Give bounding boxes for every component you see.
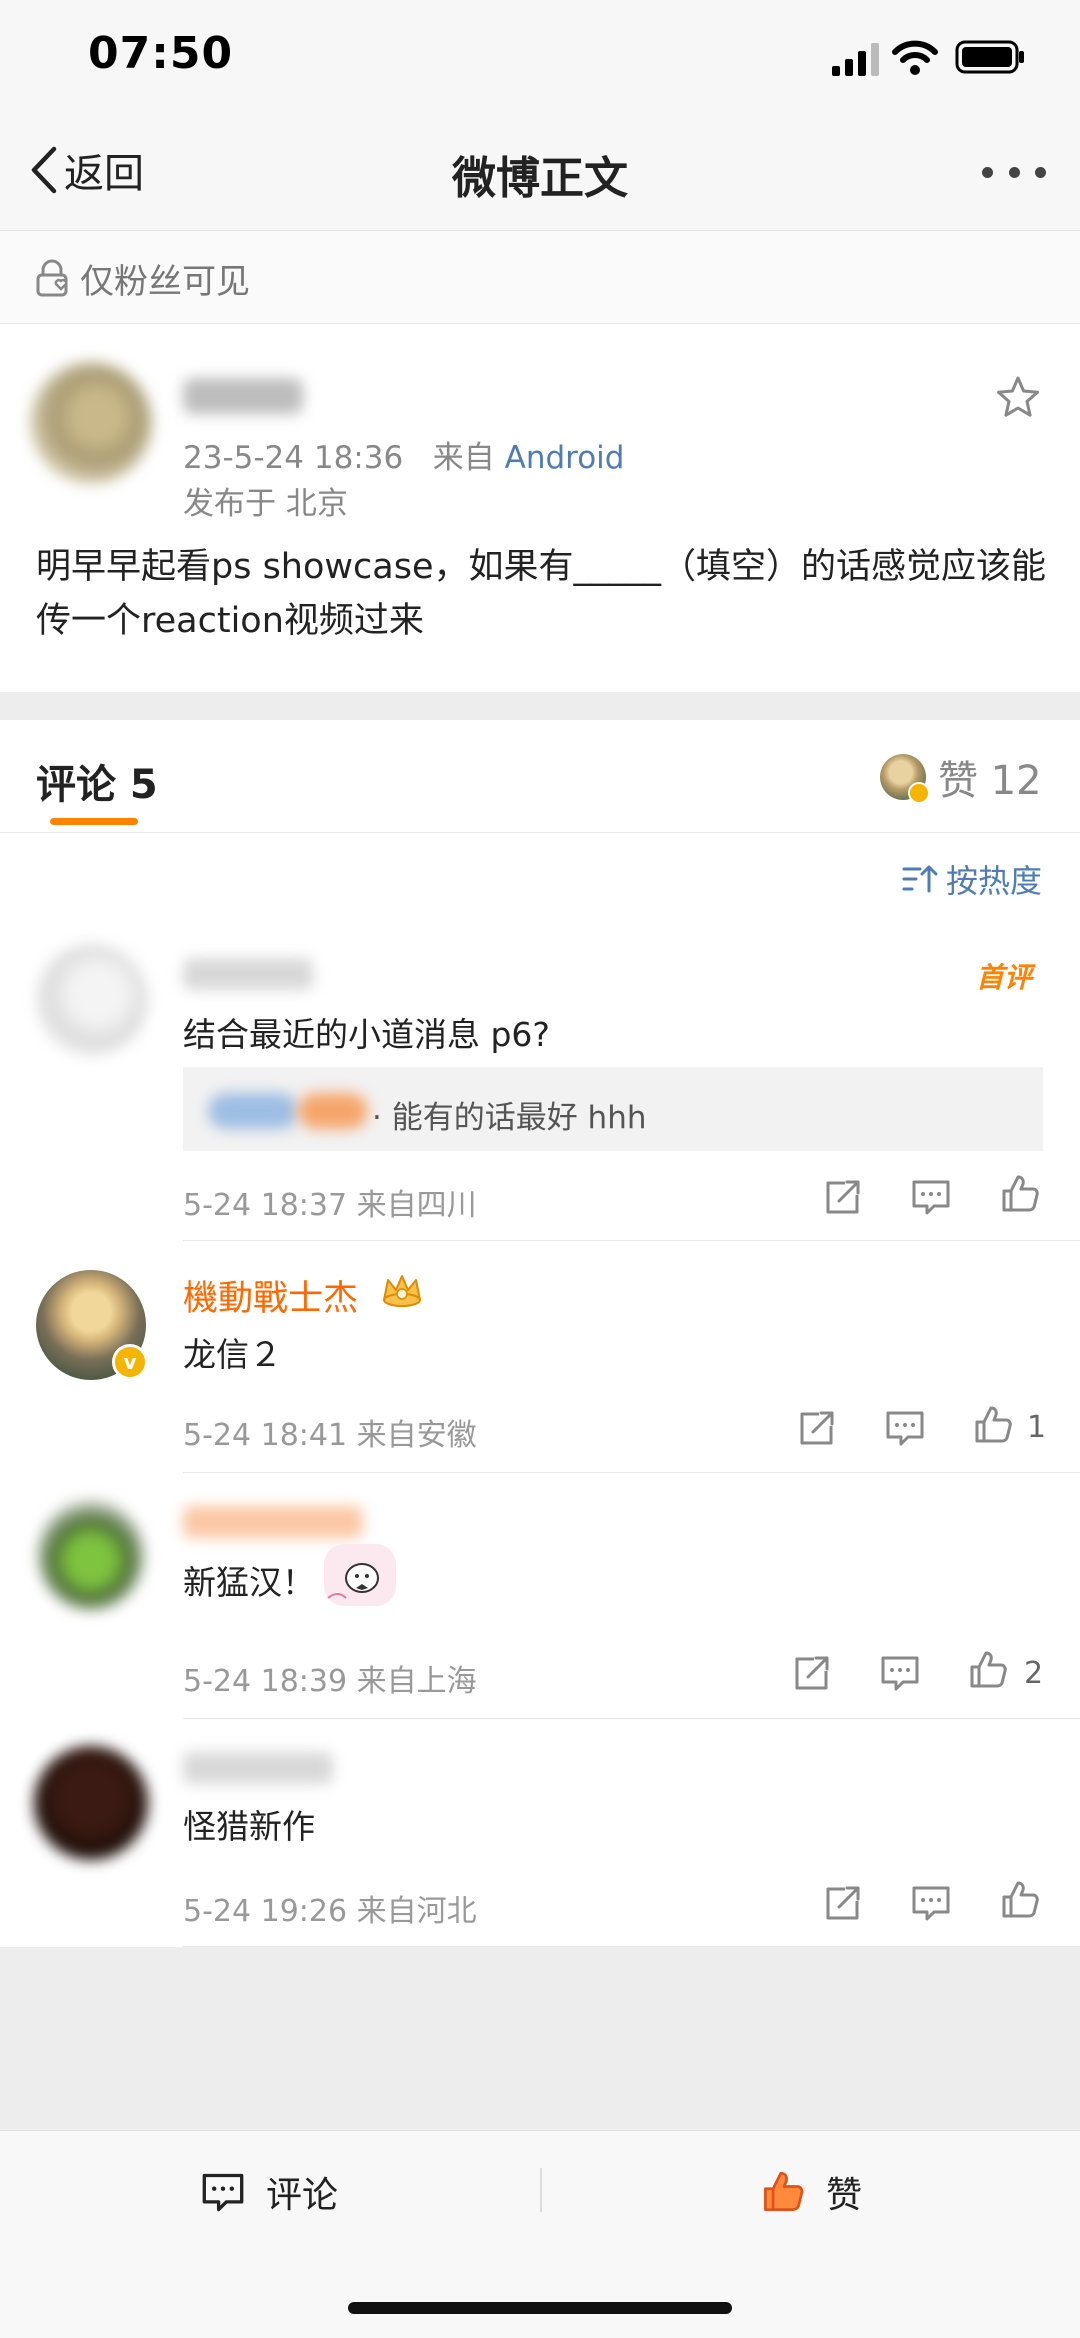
share-icon[interactable] <box>823 1883 863 1923</box>
star-icon[interactable] <box>994 374 1042 422</box>
comment-author[interactable] <box>183 1752 333 1784</box>
like-icon[interactable] <box>973 1405 1013 1445</box>
status-time: 07:50 <box>88 28 234 79</box>
comment-time: 5-24 18:41 来自安徽 <box>183 1418 477 1453</box>
bottom-comment-button[interactable]: 评论 <box>200 2166 338 2218</box>
bar-separator <box>540 2168 542 2212</box>
tab-comments[interactable]: 评论 5 <box>36 752 158 810</box>
bottom-like-label: 赞 <box>826 2175 863 2216</box>
back-chevron-icon <box>31 146 57 194</box>
signal-icon <box>832 43 879 76</box>
author-avatar[interactable] <box>30 362 152 484</box>
share-icon[interactable] <box>792 1653 832 1693</box>
comment-text: 结合最近的小道消息 p6? <box>183 1015 550 1054</box>
post-source-prefix: 来自 <box>432 440 495 476</box>
wifi-icon <box>892 40 938 75</box>
nav-bar <box>0 130 1080 231</box>
bottom-like-button[interactable]: 赞 <box>760 2166 862 2218</box>
comment-text: 怪猎新作 <box>183 1807 315 1846</box>
tab-underline <box>50 818 138 825</box>
post-source[interactable]: Android <box>505 440 625 476</box>
lock-heart-icon <box>36 259 68 296</box>
comment-text: 龙信２ <box>183 1335 282 1374</box>
post-time: 23-5-24 18:36 <box>183 440 404 476</box>
post-meta: 23-5-24 18:36 来自 Android <box>183 432 624 477</box>
battery-icon <box>955 40 1024 74</box>
sort-label: 按热度 <box>946 862 1043 900</box>
divider <box>183 1472 1080 1473</box>
sort-icon <box>902 865 938 893</box>
comment-time: 5-24 18:37 来自四川 <box>183 1188 477 1223</box>
divider <box>183 1240 1080 1241</box>
comment-avatar[interactable] <box>34 1746 148 1860</box>
reply-author-2 <box>298 1093 368 1129</box>
back-label: 返回 <box>64 151 144 197</box>
share-icon[interactable] <box>823 1177 863 1217</box>
comment-author[interactable] <box>183 958 313 990</box>
like-count: 2 <box>1024 1656 1044 1691</box>
visibility-label: 仅粉丝可见 <box>80 262 250 302</box>
comment-icon[interactable] <box>911 1883 951 1923</box>
post-location: 发布于 北京 <box>183 486 348 522</box>
first-comment-badge: 首评 <box>976 961 1033 994</box>
sticker-icon <box>324 1544 396 1606</box>
comment-avatar[interactable] <box>36 944 148 1056</box>
like-count: 1 <box>1027 1410 1047 1445</box>
reply-author <box>208 1093 298 1129</box>
sort-button[interactable]: 按热度 <box>902 856 1042 902</box>
like-icon[interactable] <box>1000 1880 1040 1920</box>
like-icon[interactable] <box>968 1650 1008 1690</box>
bottom-comment-label: 评论 <box>266 2175 339 2216</box>
comment-author[interactable] <box>183 1506 363 1538</box>
comment-text: 新猛汉！ <box>183 1563 315 1602</box>
likes-label: 赞 12 <box>938 758 1042 804</box>
more-dots-icon[interactable] <box>982 160 1046 184</box>
home-indicator <box>348 2302 732 2314</box>
comment-author[interactable]: 機動戰士杰 <box>183 1270 358 1321</box>
comment-time: 5-24 19:26 来自河北 <box>183 1894 477 1929</box>
comments-list <box>0 833 1080 1947</box>
author-name[interactable] <box>183 378 303 414</box>
like-icon[interactable] <box>1000 1174 1040 1214</box>
verified-icon: v <box>112 1344 148 1380</box>
share-icon[interactable] <box>797 1408 837 1448</box>
comment-avatar[interactable] <box>38 1500 144 1610</box>
reply-text: · 能有的话最好 hhh <box>372 1100 647 1136</box>
comment-icon[interactable] <box>885 1408 925 1448</box>
comment-icon[interactable] <box>911 1177 951 1217</box>
crown-icon <box>383 1275 421 1307</box>
divider <box>183 1718 1080 1719</box>
like-icon <box>764 2171 804 2211</box>
visibility-notice: 仅粉丝可见 <box>34 254 250 303</box>
comment-icon[interactable] <box>880 1653 920 1693</box>
divider <box>183 1946 1080 1947</box>
comment-icon <box>202 2173 244 2212</box>
verified-icon <box>908 782 930 804</box>
liker-avatar <box>880 754 930 804</box>
tab-likes[interactable]: 赞 12 <box>880 748 1042 806</box>
comment-time: 5-24 18:39 来自上海 <box>183 1664 477 1699</box>
back-button[interactable]: 返回 <box>28 140 144 200</box>
post-text: 明早早起看ps showcase，如果有_____（填空）的话感觉应该能传一个r… <box>36 547 1046 641</box>
